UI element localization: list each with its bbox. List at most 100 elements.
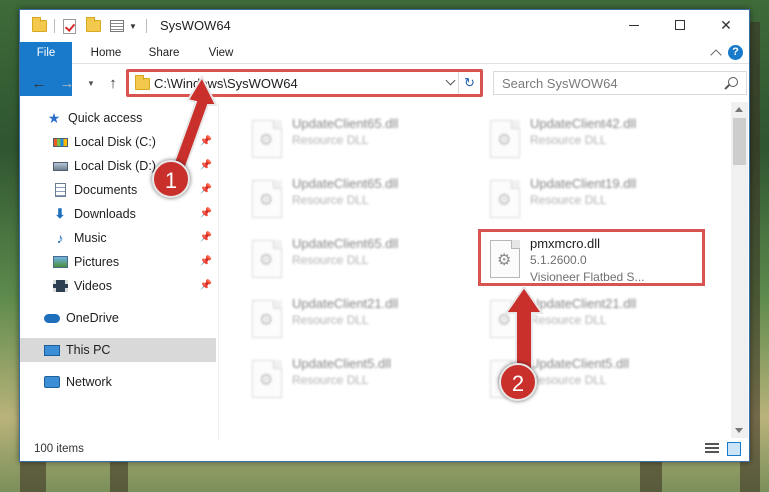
file-item[interactable]: ⚙ UpdateClient65.dll Resource DLL	[244, 108, 474, 162]
chevron-down-icon: ▼	[87, 78, 95, 88]
file-description: Resource DLL	[292, 253, 369, 267]
new-folder-icon[interactable]	[84, 17, 102, 35]
sidebar-item-label: Local Disk (C:)	[74, 135, 156, 149]
sidebar-item-label: This PC	[66, 343, 111, 357]
pin-icon[interactable]: 📌	[200, 208, 212, 219]
file-description: Resource DLL	[292, 133, 369, 147]
file-name: UpdateClient65.dll	[292, 116, 399, 131]
quick-access-dropdown-icon[interactable]: ▼	[128, 17, 138, 35]
back-arrow-icon: ←	[31, 74, 47, 92]
file-description: Resource DLL	[530, 193, 607, 207]
sidebar-item-music[interactable]: ♪ Music 📌	[20, 226, 216, 250]
recent-locations-button[interactable]: ▼	[82, 74, 100, 92]
pin-icon[interactable]: 📌	[200, 280, 212, 291]
sidebar-item-label: Music	[74, 231, 107, 245]
sidebar-item-this-pc[interactable]: This PC	[20, 338, 216, 362]
network-icon	[44, 375, 60, 389]
onedrive-icon	[44, 311, 60, 325]
sidebar-item-network[interactable]: Network	[20, 370, 216, 394]
close-button[interactable]: ✕	[703, 10, 749, 40]
status-bar: 100 items	[20, 438, 749, 462]
up-button[interactable]: ↑	[104, 74, 122, 92]
scroll-down-icon[interactable]	[735, 428, 743, 433]
file-name: UpdateClient65.dll	[292, 176, 399, 191]
sidebar-item-label: Quick access	[68, 111, 143, 125]
dll-file-icon: ⚙	[490, 120, 520, 158]
downloads-icon: ⬇	[54, 206, 66, 221]
drive-icon	[52, 135, 68, 149]
tab-view[interactable]: View	[196, 42, 246, 64]
pin-icon[interactable]: 📌	[200, 256, 212, 267]
search-placeholder: Search SysWOW64	[502, 76, 618, 91]
search-input[interactable]: Search SysWOW64	[493, 71, 747, 95]
details-view-icon[interactable]	[705, 443, 719, 455]
drive-icon	[52, 159, 68, 173]
navigation-bar: ← → ▼ ↑ C:\Windows\SysWOW64 ↻ Search Sys…	[20, 65, 749, 101]
sidebar-item-pictures[interactable]: Pictures 📌	[20, 250, 216, 274]
pictures-icon	[52, 255, 68, 269]
dll-file-icon: ⚙	[252, 300, 282, 338]
forward-arrow-icon: →	[59, 74, 75, 92]
file-name: UpdateClient65.dll	[292, 236, 399, 251]
large-icons-view-icon[interactable]	[727, 442, 741, 456]
dll-file-icon: ⚙	[252, 120, 282, 158]
music-icon: ♪	[56, 230, 64, 246]
file-description: Resource DLL	[530, 133, 607, 147]
file-explorer-window: ▼ SysWOW64 ✕ File Home Share View ? ← → …	[19, 9, 750, 462]
star-icon: ★	[47, 109, 61, 126]
help-icon[interactable]: ?	[728, 45, 743, 60]
folder-icon	[30, 17, 48, 35]
expand-ribbon-icon[interactable]	[710, 48, 722, 61]
sidebar-item-label: OneDrive	[66, 311, 119, 325]
dll-file-icon: ⚙	[252, 180, 282, 218]
properties-check-icon[interactable]	[60, 17, 78, 35]
file-name: UpdateClient19.dll	[530, 176, 637, 191]
sidebar-item-videos[interactable]: Videos 📌	[20, 274, 216, 298]
file-item[interactable]: ⚙ UpdateClient65.dll Resource DLL	[244, 228, 474, 282]
file-item[interactable]: ⚙ UpdateClient21.dll Resource DLL	[244, 288, 474, 342]
file-description: Resource DLL	[292, 373, 369, 387]
file-name: UpdateClient5.dll	[292, 356, 392, 371]
sidebar-item-onedrive[interactable]: OneDrive	[20, 306, 216, 330]
file-name: UpdateClient42.dll	[530, 116, 637, 131]
step1-badge: 1	[152, 160, 190, 198]
tab-share[interactable]: Share	[138, 42, 190, 64]
sidebar-item-label: Network	[66, 375, 112, 389]
sidebar-item-downloads[interactable]: ⬇ Downloads 📌	[20, 202, 216, 226]
dll-file-icon: ⚙	[490, 180, 520, 218]
sidebar-item-label: Documents	[74, 183, 138, 197]
forward-button[interactable]: →	[58, 74, 76, 92]
file-description: Resource DLL	[292, 313, 369, 327]
up-arrow-icon: ↑	[109, 74, 117, 92]
sidebar-item-label: Videos	[74, 279, 112, 293]
step2-badge: 2	[499, 363, 537, 401]
vertical-scrollbar[interactable]	[731, 102, 748, 438]
separator	[144, 17, 148, 35]
file-item[interactable]: ⚙ UpdateClient42.dll Resource DLL	[482, 108, 712, 162]
items-count: 100 items	[34, 443, 84, 455]
file-item[interactable]: ⚙ UpdateClient5.dll Resource DLL	[244, 348, 474, 402]
dll-file-icon: ⚙	[252, 360, 282, 398]
maximize-button[interactable]	[657, 10, 703, 40]
pin-icon[interactable]: 📌	[200, 232, 212, 243]
window-title: SysWOW64	[160, 18, 231, 33]
minimize-button[interactable]	[611, 10, 657, 40]
file-item[interactable]: ⚙ UpdateClient19.dll Resource DLL	[482, 168, 712, 222]
tab-home[interactable]: Home	[80, 42, 132, 64]
file-highlight-box	[478, 229, 705, 286]
sidebar-item-label: Downloads	[74, 207, 136, 221]
file-item[interactable]: ⚙ UpdateClient65.dll Resource DLL	[244, 168, 474, 222]
separator	[52, 17, 56, 35]
back-button[interactable]: ←	[30, 74, 48, 92]
file-name: UpdateClient21.dll	[292, 296, 399, 311]
sidebar-item-label: Local Disk (D:)	[74, 159, 156, 173]
scroll-up-icon[interactable]	[735, 107, 743, 112]
documents-icon	[52, 183, 68, 197]
properties-icon[interactable]	[108, 17, 126, 35]
close-icon: ✕	[720, 16, 732, 33]
scroll-thumb[interactable]	[733, 118, 746, 165]
dll-file-icon: ⚙	[252, 240, 282, 278]
search-icon	[728, 77, 738, 87]
this-pc-icon	[44, 343, 60, 357]
file-description: Resource DLL	[292, 193, 369, 207]
